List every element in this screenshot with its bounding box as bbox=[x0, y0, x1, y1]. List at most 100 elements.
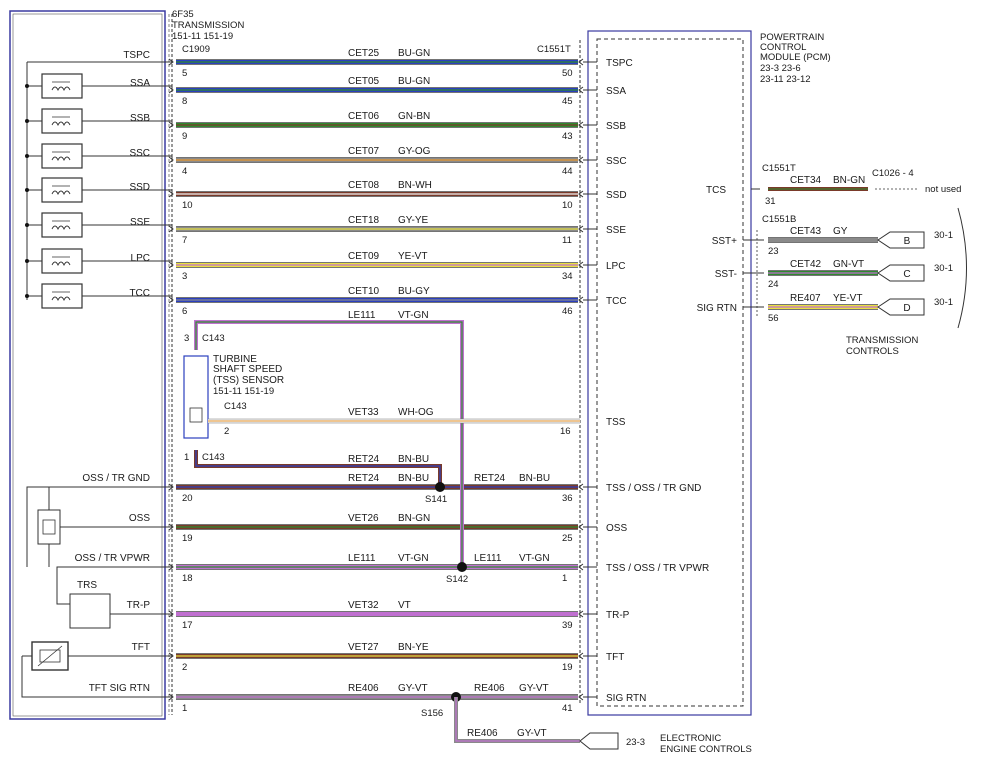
tss-pin-3: 3 bbox=[184, 333, 189, 344]
trans-label: TR-P bbox=[127, 600, 151, 611]
pcm-label: TSS / OSS / TR GND bbox=[606, 483, 701, 494]
trans-label: TSPC bbox=[123, 50, 150, 61]
pcm-label: SSB bbox=[606, 121, 626, 132]
pcm-label-tss: TSS bbox=[606, 417, 626, 428]
pcm-refs-1: 23-3 23-6 bbox=[760, 63, 801, 74]
wire-color-2: GY-VT bbox=[519, 683, 549, 694]
trans-label: TFT bbox=[132, 642, 150, 653]
tss-feed-color: VT-GN bbox=[398, 310, 429, 321]
circuit-row: CET10 BU-GY 6 46 TCC TCC bbox=[25, 283, 627, 317]
connector-c1909: C1909 bbox=[182, 44, 210, 55]
tss-connector-c143: C143 bbox=[224, 401, 247, 412]
pcm-label: SST- bbox=[715, 269, 737, 280]
tss-signal-circuit: VET33 bbox=[348, 407, 379, 418]
pcm-pin: 44 bbox=[562, 166, 573, 177]
pcm-label: SST+ bbox=[712, 236, 737, 247]
trans-label: OSS / TR VPWR bbox=[75, 553, 150, 564]
wire-color: BU-GN bbox=[398, 48, 430, 59]
wire-color: GY-VT bbox=[398, 683, 428, 694]
transmission-model: 6F35 bbox=[172, 9, 194, 20]
pcm-label: TSPC bbox=[606, 58, 633, 69]
circuit-row-trp: 17 39 TR-P TR-P VET32 VT bbox=[127, 600, 630, 631]
tss-return-circuit: RET24 bbox=[348, 454, 380, 465]
tc-row: SST+ 23 CET43 GY B 30-1 bbox=[712, 226, 953, 257]
solenoid-box bbox=[41, 177, 83, 203]
trans-label: OSS bbox=[129, 513, 150, 524]
circuit-row: CET06 GN-BN 9 43 SSB SSB bbox=[25, 108, 626, 142]
trs-box bbox=[69, 593, 111, 629]
connector-c1551t: C1551T bbox=[537, 44, 571, 55]
trans-label: SSE bbox=[130, 217, 150, 228]
splice-s156-label: S156 bbox=[421, 708, 443, 719]
circuit-row: CET05 BU-GN 8 45 SSA SSA bbox=[25, 73, 626, 107]
circuit-row: CET09 YE-VT 3 34 LPC LPC bbox=[25, 248, 625, 282]
transmission-title: TRANSMISSION bbox=[172, 20, 244, 31]
pcm-label: TR-P bbox=[606, 610, 630, 621]
trans-pin: 4 bbox=[182, 166, 187, 177]
trans-pin: 1 bbox=[182, 703, 187, 714]
circuit-row-oss: 19 25 OSS OSS VET26 BN-GN bbox=[129, 513, 628, 544]
tc-letter: D bbox=[903, 303, 910, 314]
trans-pin: 10 bbox=[182, 200, 193, 211]
tss-connector-c143-top: C143 bbox=[202, 333, 225, 344]
tc-label-1: TRANSMISSION bbox=[846, 335, 918, 346]
tc-label-2: CONTROLS bbox=[846, 346, 899, 357]
pcm-label: TCC bbox=[606, 296, 627, 307]
wire-color-2: BN-BU bbox=[519, 473, 550, 484]
trans-pin: 7 bbox=[182, 235, 187, 246]
pcm-label: SIG RTN bbox=[606, 693, 646, 704]
circuit-id: RE407 bbox=[790, 293, 821, 304]
solenoid-box bbox=[41, 283, 83, 309]
trans-pin: 5 bbox=[182, 68, 187, 79]
wire-color: GY bbox=[833, 226, 848, 237]
pcm-pin: 10 bbox=[562, 200, 573, 211]
trans-pin: 19 bbox=[182, 533, 193, 544]
pcm-label: SIG RTN bbox=[697, 303, 737, 314]
circuit-id: CET08 bbox=[348, 180, 380, 191]
connector-c1026: C1026 - 4 bbox=[872, 168, 914, 179]
trans-pin: 8 bbox=[182, 96, 187, 107]
wire-color: GY-OG bbox=[398, 146, 431, 157]
circuit-row-tft: 2 19 TFT TFT VET27 BN-YE bbox=[132, 642, 625, 673]
circuit-row-oss_gnd: 20 36 TSS / OSS / TR GND OSS / TR GND RET24 B… bbox=[82, 473, 701, 504]
trans-label: OSS / TR GND bbox=[82, 473, 150, 484]
eec-label-1: ELECTRONIC bbox=[660, 733, 721, 744]
tc-letter: C bbox=[903, 269, 910, 280]
solenoid-box bbox=[41, 108, 83, 134]
pcm-pin: 19 bbox=[562, 662, 573, 673]
wire-color: BN-WH bbox=[398, 180, 432, 191]
trans-label: SSB bbox=[130, 113, 150, 124]
wire-color: YE-VT bbox=[398, 251, 427, 262]
circuit-row-vpwr: 18 1 TSS / OSS / TR VPWR OSS / TR VPWR LE111… bbox=[75, 553, 710, 584]
pcm-label: LPC bbox=[606, 261, 625, 272]
circuit-id: VET27 bbox=[348, 642, 379, 653]
wire-color: GN-BN bbox=[398, 111, 430, 122]
eec-label-2: ENGINE CONTROLS bbox=[660, 744, 752, 755]
pcm-pin: 23 bbox=[768, 246, 779, 257]
tc-ref: 30-1 bbox=[934, 230, 953, 241]
circuit-id: CET42 bbox=[790, 259, 822, 270]
circuit-id: VET32 bbox=[348, 600, 379, 611]
trans-label: SSC bbox=[129, 148, 150, 159]
pcm-label: SSA bbox=[606, 86, 626, 97]
pcm-label: TFT bbox=[606, 652, 624, 663]
pcm-pin: 24 bbox=[768, 279, 779, 290]
pcm-label: SSE bbox=[606, 225, 626, 236]
circuit-id-2: LE111 bbox=[474, 553, 502, 564]
trans-pin: 6 bbox=[182, 306, 187, 317]
pcm-label-tcs: TCS bbox=[706, 185, 726, 196]
tc-bracket bbox=[957, 207, 967, 329]
tss-refs: 151-11 151-19 bbox=[213, 386, 274, 397]
trans-label: TFT SIG RTN bbox=[89, 683, 150, 694]
trans-pin: 2 bbox=[182, 662, 187, 673]
trans-label: SSA bbox=[130, 78, 150, 89]
pcm-label: SSC bbox=[606, 156, 627, 167]
circuit-id: CET09 bbox=[348, 251, 380, 262]
wire-color: GY-YE bbox=[398, 215, 429, 226]
tss-signal-pin-left: 2 bbox=[224, 426, 229, 437]
solenoid-box bbox=[41, 212, 83, 238]
oss-sensor-box bbox=[37, 509, 61, 545]
wire-color: YE-VT bbox=[833, 293, 862, 304]
tc-connector-flag bbox=[877, 264, 925, 282]
circuit-row: CET07 GY-OG4 44SSCSSC bbox=[25, 143, 627, 177]
